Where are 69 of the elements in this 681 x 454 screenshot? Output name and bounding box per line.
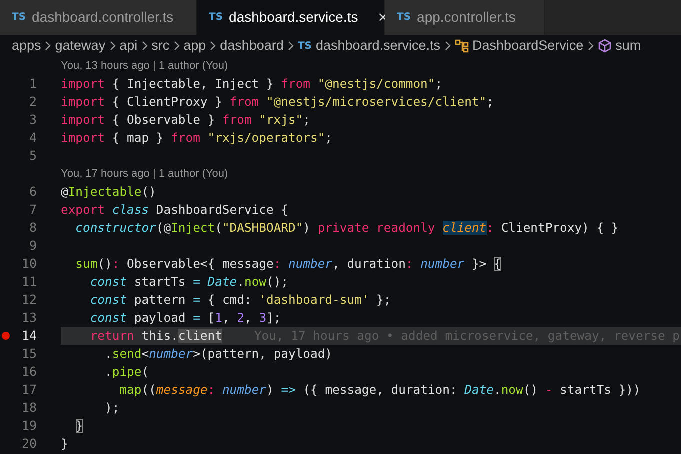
code-line: .send<number>(pattern, payload) [104,346,333,363]
code-line: sum(): Observable<{ message: number, duration: number }> { [74,256,502,273]
line-number: 19 [22,418,37,433]
code-line: import { ClientProxy } from "@nestjs/microservices/client"; [61,94,494,111]
breadcrumb-item[interactable]: dashboard [220,36,284,56]
line-number: 17 [22,382,37,397]
code-line: } [61,436,68,453]
code-line: .pipe( [104,364,150,381]
code-line: @Injectable() [61,184,156,201]
breadcrumb-item[interactable]: app [184,36,206,56]
code-line: const payload = [1, 2, 3]; [89,310,282,327]
code-line: ); [104,400,120,417]
chevron-icon [110,41,116,51]
line-number: 6 [29,184,37,199]
code-line: import { map } from "rxjs/operators"; [61,130,333,147]
chevron-icon [45,41,52,51]
line-number: 5 [29,148,37,163]
chevron-icon [210,41,216,51]
line-number: 12 [22,292,37,307]
tab-label: dashboard.controller.ts [32,8,174,27]
chevron-icon [288,41,294,51]
code-line: constructor(@Inject("DASHBOARD") private readonly client: ClientProxy) { } [74,220,619,237]
chevron-icon [142,41,148,51]
code-line: } [74,418,84,435]
line-number: 14 [22,328,37,343]
code-line: const startTs = Date.now(); [89,274,289,291]
typescript-file-icon: TS [209,10,224,25]
breadcrumb-item[interactable]: apps [12,36,42,56]
breadcrumb-item[interactable]: gateway [55,36,106,56]
codelens-text[interactable]: You, 13 hours ago | 1 author (You) [61,58,228,74]
breadcrumb-item[interactable]: src [152,36,170,56]
chevron-icon [588,41,594,51]
breadcrumb-item[interactable]: dashboard.service.ts [316,36,441,56]
line-number: 3 [29,112,37,127]
line-number: 10 [22,256,37,271]
line-number: 18 [22,400,37,415]
breadcrumb-item[interactable]: DashboardService [472,36,584,56]
line-number: 7 [29,202,37,217]
line-number: 16 [22,364,37,379]
line-number: 20 [22,436,37,451]
editor-tab[interactable]: TS app.controller.ts [385,0,545,35]
chevron-icon [444,41,451,51]
breadcrumb-item[interactable]: sum [616,36,642,56]
cube-icon [598,39,612,53]
typescript-file-icon: TS [298,38,312,54]
line-number: 1 [29,76,37,91]
code-line: const pattern = { cmd: 'dashboard-sum' }; [89,292,392,309]
codelens-text[interactable]: You, 17 hours ago | 1 author (You) [61,166,228,182]
editor-tab[interactable]: TS dashboard.controller.ts [0,0,197,35]
line-number: 15 [22,346,37,361]
tab-label: app.controller.ts [417,8,516,27]
code-line: map((message: number) => ({ message, duration: Date.now() - startTs })) [118,382,641,399]
line-number: 4 [29,130,37,145]
chevron-icon [174,41,180,51]
breadcrumb-item[interactable]: api [120,36,138,56]
code-line: export class DashboardService { [61,202,288,219]
class-icon [454,39,469,53]
line-number: 11 [22,274,37,289]
line-number: 9 [29,238,37,253]
code-line: import { Injectable, Inject } from "@nestjs/common"; [61,76,443,93]
typescript-file-icon: TS [397,10,412,25]
tab-label: dashboard.service.ts [229,8,358,27]
breakpoint-icon[interactable] [2,332,10,340]
code-line: return this.client [89,328,222,345]
line-number: 2 [29,94,37,109]
line-number: 13 [22,310,37,325]
line-number: 8 [29,220,37,235]
code-line: import { Observable } from "rxjs"; [61,112,310,129]
typescript-file-icon: TS [12,10,26,25]
